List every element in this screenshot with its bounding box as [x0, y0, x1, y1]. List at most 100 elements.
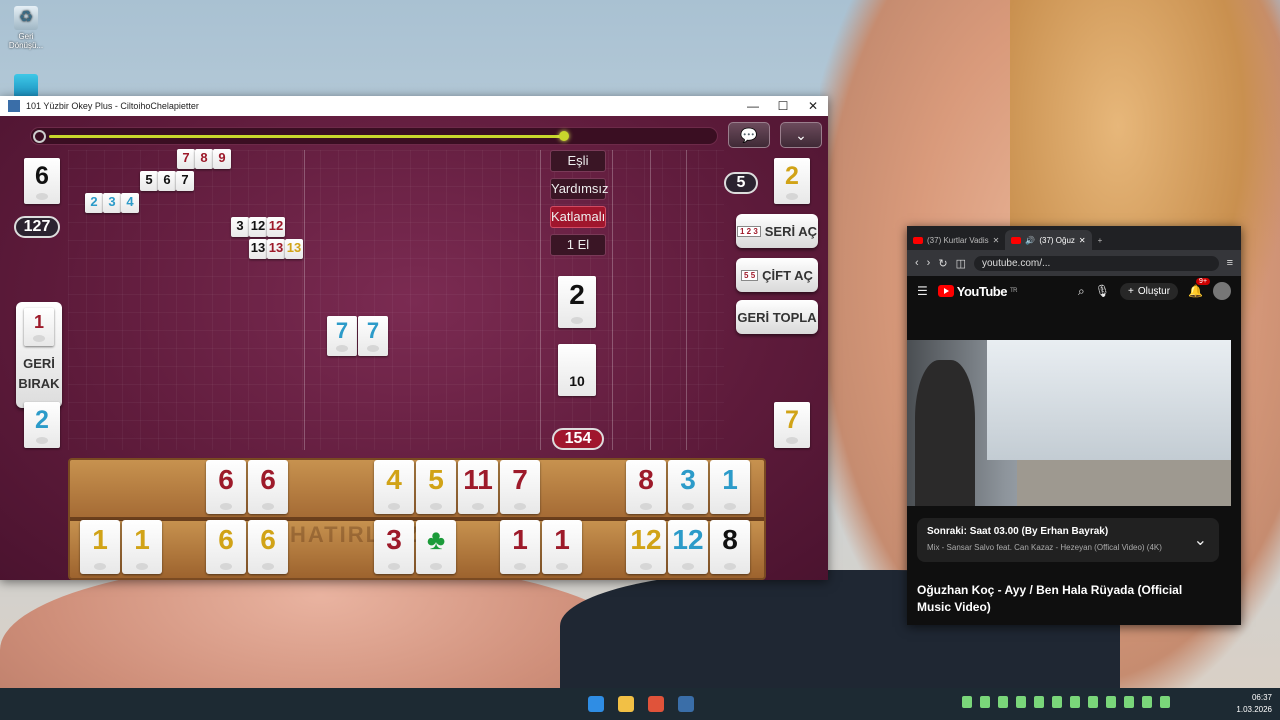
table-tile[interactable]: 3 [231, 217, 249, 237]
up-next-panel[interactable]: Sonraki: Saat 03.00 (By Erhan Bayrak) Mi… [917, 518, 1219, 562]
tray-icon[interactable] [1106, 696, 1116, 708]
rack-tile[interactable]: 6 [206, 460, 246, 514]
close-icon[interactable]: ✕ [993, 236, 1000, 245]
address-bar[interactable]: youtube.com/... [973, 255, 1219, 271]
left-bottom-tile[interactable]: 2 [24, 402, 60, 448]
table-tile[interactable]: 8 [195, 149, 213, 169]
table-tile[interactable]: 4 [121, 193, 139, 213]
tab-kurtlar-vadisi[interactable]: (37) Kurtlar Vadis ✕ [907, 230, 1005, 250]
timer-fill [49, 135, 564, 138]
chat-button[interactable]: 💬 [728, 122, 770, 148]
volume-icon[interactable] [1160, 696, 1170, 708]
file-explorer-icon[interactable] [618, 696, 634, 712]
game-board: 💬 ⌄ 7 8 9 5 6 7 2 3 4 3 12 12 13 13 13 7… [0, 116, 828, 580]
up-next-title: Sonraki: Saat 03.00 (By Erhan Bayrak) [927, 526, 1109, 537]
menu-icon[interactable]: ≡ [1227, 257, 1233, 269]
table-tile[interactable]: 5 [140, 171, 158, 191]
table-tile[interactable]: 2 [85, 193, 103, 213]
collapse-button[interactable]: ⌄ [780, 122, 822, 148]
youtube-logo[interactable]: YouTube TR [937, 284, 1017, 299]
table-tile[interactable]: 12 [249, 217, 267, 237]
search-icon[interactable]: ⌕ [1078, 284, 1085, 299]
timer-knob [558, 131, 569, 141]
reload-icon[interactable]: ↻ [938, 257, 947, 270]
rack-tile[interactable]: 1 [500, 520, 540, 574]
rack-tile[interactable]: 3 [374, 520, 414, 574]
seri-ac-button[interactable]: 1 2 3 SERİ AÇ [736, 214, 818, 248]
youtube-icon [913, 236, 923, 244]
video-player[interactable] [907, 340, 1231, 506]
rack-tile[interactable]: 6 [248, 460, 288, 514]
tray-icon[interactable] [998, 696, 1008, 708]
youtube-icon [1011, 236, 1022, 244]
new-tab-button[interactable]: + [1092, 230, 1109, 250]
recycle-bin-label: Geri Dönüşü... [8, 32, 44, 50]
rack-tile[interactable]: 1 [710, 460, 750, 514]
rack-tile[interactable]: 1 [122, 520, 162, 574]
tray-icon[interactable] [1016, 696, 1026, 708]
rack-tile[interactable]: ♣ [416, 520, 456, 574]
back-icon[interactable]: ‹ [915, 257, 919, 269]
rack-tile[interactable]: 12 [626, 520, 666, 574]
rack-tile[interactable]: 11 [458, 460, 498, 514]
table-tile[interactable]: 13 [285, 239, 303, 259]
right-pill: 5 [724, 172, 758, 194]
tray-icon[interactable] [1034, 696, 1044, 708]
rack-tile[interactable]: 7 [500, 460, 540, 514]
close-icon[interactable]: ✕ [1079, 236, 1086, 245]
bookmark-icon[interactable]: ◫ [956, 257, 966, 270]
rack-tile[interactable]: 3 [668, 460, 708, 514]
rack-tile[interactable]: 12 [668, 520, 708, 574]
table-tile[interactable]: 7 [358, 316, 388, 356]
table-area[interactable] [68, 150, 724, 450]
tray-icon[interactable] [1124, 696, 1134, 708]
clock[interactable]: 06:37 1.03.2026 [1232, 692, 1272, 716]
rack-tile[interactable]: 5 [416, 460, 456, 514]
minimize-button[interactable]: — [738, 99, 768, 113]
table-tile[interactable]: 13 [249, 239, 267, 259]
tray-icon[interactable] [1070, 696, 1080, 708]
notifications-icon[interactable]: 🔔 9+ [1188, 278, 1211, 298]
recycle-bin-shortcut[interactable]: ♻ Geri Dönüşü... [8, 6, 44, 50]
avatar[interactable] [1213, 282, 1231, 300]
draw-pile[interactable]: 10 [558, 344, 596, 396]
rack-tile[interactable]: 8 [626, 460, 666, 514]
wifi-icon[interactable] [1142, 696, 1152, 708]
table-tile[interactable]: 12 [267, 217, 285, 237]
tray-icon[interactable] [1052, 696, 1062, 708]
table-tile[interactable]: 6 [158, 171, 176, 191]
tray-icon[interactable] [962, 696, 972, 708]
forward-icon[interactable]: › [927, 257, 931, 269]
rack-tile[interactable]: 1 [80, 520, 120, 574]
discard-tile[interactable]: 1 [24, 308, 54, 346]
close-button[interactable]: ✕ [798, 99, 828, 113]
rack-tile[interactable]: 6 [206, 520, 246, 574]
option-bir-el: 1 El [550, 234, 606, 256]
rack-tile[interactable]: 4 [374, 460, 414, 514]
table-tile[interactable]: 3 [103, 193, 121, 213]
tray-icon[interactable] [1088, 696, 1098, 708]
tray-icon[interactable] [980, 696, 990, 708]
microphone-icon[interactable]: 🎙 [1095, 284, 1110, 298]
rack-tile[interactable]: 6 [248, 520, 288, 574]
rack-tile[interactable]: 8 [710, 520, 750, 574]
table-tile[interactable]: 7 [327, 316, 357, 356]
table-tile[interactable]: 7 [177, 149, 195, 169]
table-tile[interactable]: 7 [176, 171, 194, 191]
geri-topla-button[interactable]: GERİ TOPLA [736, 300, 818, 334]
right-bottom-tile[interactable]: 7 [774, 402, 810, 448]
hamburger-icon[interactable]: ☰ [917, 284, 928, 298]
windows-start-icon[interactable] [588, 696, 604, 712]
table-tile[interactable]: 13 [267, 239, 285, 259]
chevron-down-icon[interactable]: ⌄ [1194, 530, 1207, 550]
create-button[interactable]: + Oluştur [1119, 282, 1179, 300]
tab-oguzhan[interactable]: 🔊 (37) Oğuz ✕ [1005, 230, 1092, 250]
okey-app-icon[interactable] [678, 696, 694, 712]
opponent-left-tile-count: 6 [24, 158, 60, 204]
back-discard-button[interactable]: 1 GERİ BIRAK [16, 302, 62, 408]
rack-tile[interactable]: 1 [542, 520, 582, 574]
brave-browser-icon[interactable] [648, 696, 664, 712]
maximize-button[interactable]: ☐ [768, 99, 798, 113]
cift-ac-button[interactable]: 5 5 ÇİFT AÇ [736, 258, 818, 292]
table-tile[interactable]: 9 [213, 149, 231, 169]
